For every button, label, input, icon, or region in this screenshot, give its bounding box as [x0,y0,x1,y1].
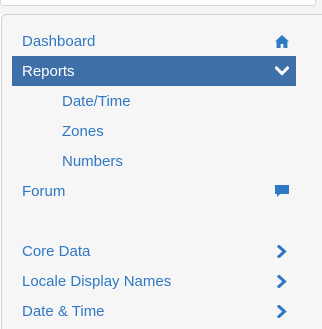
sidebar-subitem-label: Zones [62,122,104,140]
sidebar-subitem-numbers[interactable]: Numbers [12,146,296,176]
chevron-right-icon [274,273,290,289]
home-icon [274,33,290,49]
sidebar-item-forum[interactable]: Forum [12,176,296,206]
comment-icon [274,183,290,199]
sidebar-subitem-zones[interactable]: Zones [12,116,296,146]
sidebar-nav: Dashboard Reports Date/Time Zones Number… [1,14,322,329]
chevron-down-icon [274,63,290,79]
sidebar-item-date-and-time[interactable]: Date & Time [12,296,296,326]
sidebar-item-label: Reports [22,62,75,80]
sidebar-item-label: Forum [22,182,66,200]
sidebar-subitem-date-time[interactable]: Date/Time [12,86,296,116]
sidebar-item-label: Date & Time [22,302,105,320]
chevron-right-icon [274,243,290,259]
top-bar-edge [0,0,316,6]
sidebar-item-locale-display-names[interactable]: Locale Display Names [12,266,296,296]
sidebar-item-label: Dashboard [22,32,96,50]
sidebar-item-dashboard[interactable]: Dashboard [12,26,296,56]
sidebar-item-reports[interactable]: Reports [12,56,296,86]
sidebar-subitem-label: Date/Time [62,92,131,110]
sidebar-item-label: Locale Display Names [22,272,172,290]
chevron-right-icon [274,303,290,319]
sidebar-subitem-label: Numbers [62,152,123,170]
sidebar-item-core-data[interactable]: Core Data [12,236,296,266]
top-bar [0,0,322,14]
sidebar-item-label: Core Data [22,242,91,260]
